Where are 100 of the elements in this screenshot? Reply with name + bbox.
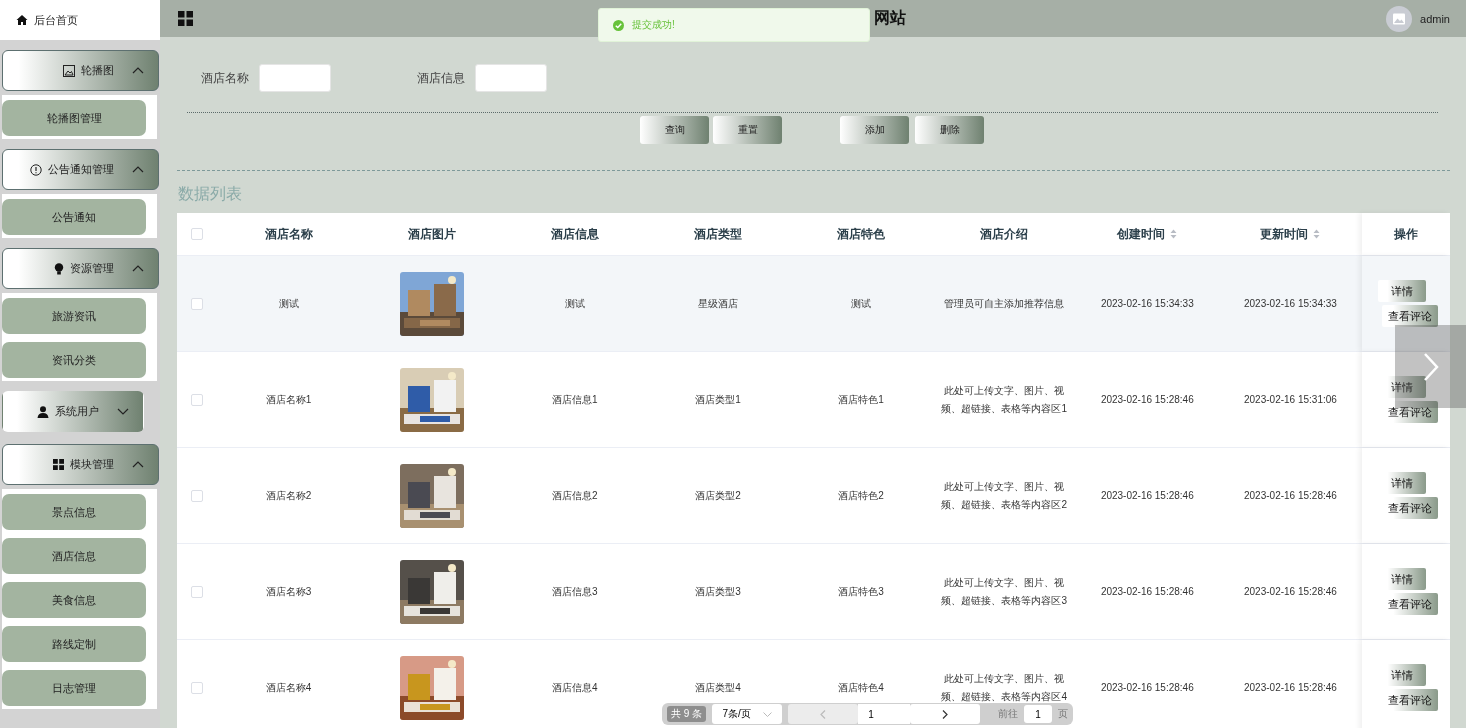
avatar-icon[interactable]: [1386, 5, 1413, 32]
column-header: 酒店特色: [837, 225, 886, 243]
info-icon: [30, 163, 42, 176]
toast-message: 提交成功!: [632, 18, 675, 32]
row-action-button[interactable]: 查看评论: [1382, 305, 1438, 327]
checkbox[interactable]: [191, 585, 203, 598]
table-cell: 2023-02-16 15:28:46: [1244, 490, 1337, 501]
table-cell: 星级酒店: [697, 296, 738, 311]
column-header: 酒店图片: [407, 225, 456, 243]
caret-icon: [762, 711, 772, 717]
home-link[interactable]: 后台首页: [0, 0, 160, 40]
chevron-left-icon: [820, 709, 827, 719]
table-cell: 测试: [278, 296, 299, 311]
table-cell-text: 此处可上传文字、图片、视频、超链接、表格等内容区1: [940, 383, 1068, 416]
total-count: 共 9 条: [667, 706, 707, 722]
menu-group[interactable]: 轮播图: [2, 50, 159, 91]
search-button[interactable]: 重置: [713, 116, 782, 144]
row-action-button[interactable]: 详情: [1378, 280, 1426, 302]
menu-item[interactable]: 美食信息: [2, 582, 146, 618]
chevron-up-icon: [132, 461, 144, 468]
action-button[interactable]: 删除: [915, 116, 984, 144]
search-button[interactable]: 查询: [640, 116, 709, 144]
menu-item[interactable]: 酒店信息: [2, 538, 146, 574]
menu-group[interactable]: 公告通知管理: [2, 149, 159, 190]
chevron-up-icon: [132, 166, 144, 173]
column-header: 酒店类型: [693, 225, 742, 243]
table-cell: 2023-02-16 15:28:46: [1100, 682, 1194, 693]
table-cell: 酒店特色2: [838, 488, 884, 503]
page-suffix: 页: [1058, 707, 1069, 721]
checkbox[interactable]: [191, 681, 203, 694]
checkbox[interactable]: [191, 297, 203, 310]
table-cell: 酒店特色1: [838, 392, 884, 407]
table-cell: 测试: [564, 296, 585, 311]
table-cell: 酒店特色4: [838, 680, 884, 695]
table-cell: 酒店信息2: [552, 488, 598, 503]
sort-icon[interactable]: [1313, 229, 1321, 239]
goto-label: 前往: [998, 707, 1019, 721]
action-button[interactable]: 添加: [840, 116, 909, 144]
check-circle-icon: [613, 19, 624, 31]
table-cell: 测试: [851, 296, 872, 311]
table-cell: 酒店类型4: [695, 680, 741, 695]
site-title: 网站: [874, 8, 906, 28]
table-cell: 酒店类型2: [695, 488, 741, 503]
menu-group[interactable]: 系统用户: [2, 391, 144, 432]
input-field[interactable]: [259, 64, 331, 92]
table-cell: 2023-02-16 15:28:46: [1100, 490, 1194, 501]
checkbox[interactable]: [191, 228, 203, 240]
table-cell: 酒店名称3: [265, 584, 312, 599]
field-label: 酒店信息: [417, 69, 465, 87]
column-header: 酒店信息: [550, 225, 599, 243]
table-cell: 酒店名称4: [265, 680, 312, 695]
chevron-right-icon: [942, 709, 949, 719]
next-page-button[interactable]: [910, 704, 981, 724]
menu-item[interactable]: 景点信息: [2, 494, 146, 530]
chevron-up-icon: [132, 265, 144, 272]
menu-group[interactable]: 模块管理: [2, 444, 159, 485]
column-header[interactable]: 更新时间: [1260, 225, 1309, 243]
table-cell: 酒店类型1: [695, 392, 741, 407]
list-title: 数据列表: [178, 184, 243, 204]
chevron-down-icon: [117, 408, 129, 415]
grid-icon: [53, 459, 64, 470]
menu-item[interactable]: 路线定制: [2, 626, 146, 662]
table-cell-text: 此处可上传文字、图片、视频、超链接、表格等内容区3: [940, 575, 1068, 608]
bulb-icon: [54, 262, 64, 275]
table-cell: 酒店名称2: [265, 488, 312, 503]
checkbox[interactable]: [191, 393, 203, 406]
chevron-up-icon: [132, 67, 144, 74]
goto-page-field[interactable]: 1: [1024, 705, 1053, 723]
input-field[interactable]: [475, 64, 547, 92]
menu-group[interactable]: 资源管理: [2, 248, 159, 289]
table-cell: 酒店特色3: [838, 584, 884, 599]
menu-item[interactable]: 资讯分类: [2, 342, 146, 378]
table-cell: 酒店类型3: [695, 584, 741, 599]
username[interactable]: admin: [1420, 12, 1450, 25]
page-size-select[interactable]: 7条/页: [712, 704, 783, 724]
column-header[interactable]: 创建时间: [1117, 225, 1166, 243]
home-icon: [16, 14, 28, 26]
table-cell: 酒店信息1: [552, 392, 598, 407]
menu-item[interactable]: 轮播图管理: [2, 100, 146, 136]
table-cell: 2023-02-16 15:31:06: [1244, 394, 1337, 405]
checkbox[interactable]: [191, 489, 203, 502]
table-cell: 2023-02-16 15:28:46: [1244, 586, 1337, 597]
image-icon: [63, 64, 75, 77]
column-header: 操作: [1394, 225, 1418, 243]
table-cell: 2023-02-16 15:28:46: [1244, 682, 1337, 693]
table-cell-text: 此处可上传文字、图片、视频、超链接、表格等内容区4: [940, 671, 1068, 704]
user-icon: [37, 405, 49, 418]
table-cell: 2023-02-16 15:34:33: [1100, 298, 1194, 309]
column-header: 酒店名称: [264, 225, 313, 243]
menu-item[interactable]: 旅游资讯: [2, 298, 146, 334]
column-header: 酒店介绍: [980, 225, 1029, 243]
table-cell: 酒店信息3: [552, 584, 598, 599]
page-number[interactable]: 1: [858, 704, 911, 724]
menu-item[interactable]: 公告通知: [2, 199, 146, 235]
table-cell: 2023-02-16 15:28:46: [1100, 394, 1194, 405]
table-cell: 酒店信息4: [552, 680, 598, 695]
grid-icon[interactable]: [178, 11, 193, 26]
sort-icon[interactable]: [1170, 229, 1178, 239]
table-cell: 2023-02-16 15:28:46: [1100, 586, 1194, 597]
menu-item[interactable]: 日志管理: [2, 670, 146, 706]
